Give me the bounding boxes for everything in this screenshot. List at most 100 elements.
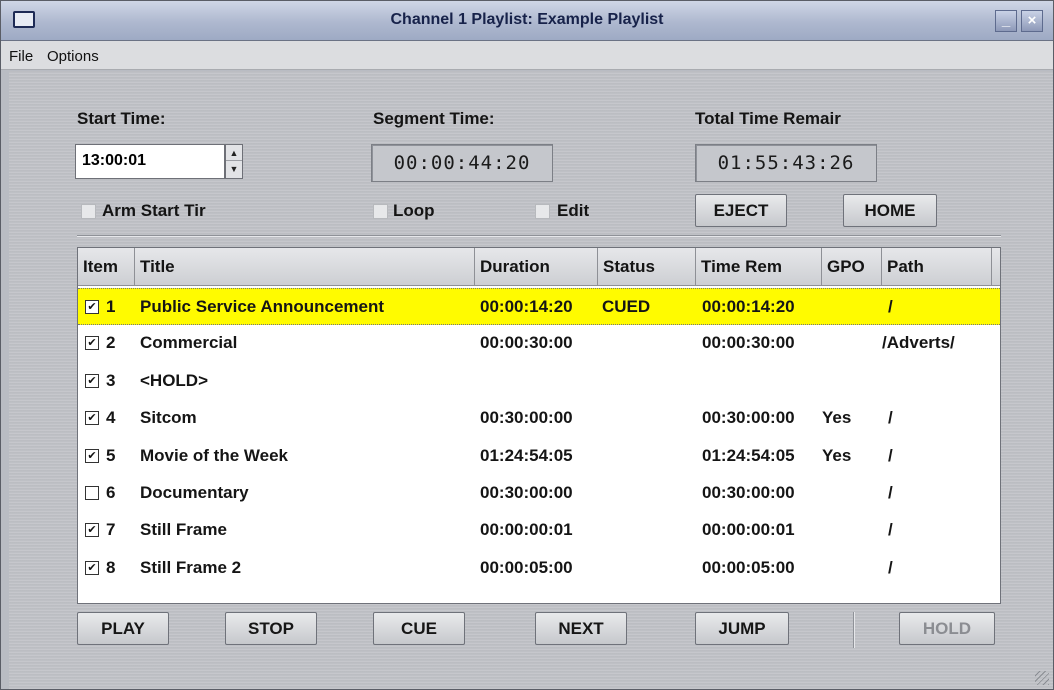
playlist-window: Channel 1 Playlist: Example Playlist _ ×… xyxy=(0,0,1054,690)
start-time-label: Start Time: xyxy=(77,109,166,128)
table-row[interactable]: 6 Documentary 00:30:00:00 00:30:00:00 / xyxy=(78,475,1000,512)
edit-checkbox[interactable] xyxy=(535,204,550,219)
cell-path: / xyxy=(888,483,893,502)
button-separator xyxy=(853,612,855,648)
cell-path: / xyxy=(888,557,893,577)
window-title: Channel 1 Playlist: Example Playlist xyxy=(390,11,664,28)
cell-path: / xyxy=(888,445,893,465)
column-title[interactable]: Title xyxy=(135,248,475,286)
cell-title: Public Service Announcement xyxy=(140,297,385,316)
cell-time-rem: 01:24:54:05 xyxy=(702,445,795,465)
arm-start-checkbox[interactable] xyxy=(81,204,96,219)
total-time-display: 01:55:43:26 xyxy=(695,144,877,182)
cell-item: 4 xyxy=(106,408,116,428)
loop-label: Loop xyxy=(393,201,435,220)
cell-duration: 00:00:00:01 xyxy=(480,520,573,540)
column-path[interactable]: Path xyxy=(882,248,992,286)
column-duration[interactable]: Duration xyxy=(475,248,598,286)
cell-time-rem: 00:00:30:00 xyxy=(702,333,795,353)
cell-time-rem: 00:00:14:20 xyxy=(702,297,795,316)
menu-options[interactable]: Options xyxy=(47,48,99,65)
cell-duration: 00:00:14:20 xyxy=(480,297,573,316)
cell-gpo: Yes xyxy=(822,408,852,428)
play-button[interactable]: PLAY xyxy=(77,612,169,645)
column-status[interactable]: Status xyxy=(598,248,696,286)
row-checkbox[interactable] xyxy=(85,486,99,500)
cue-button[interactable]: CUE xyxy=(373,612,465,645)
jump-button[interactable]: JUMP xyxy=(695,612,789,645)
row-checkbox[interactable]: ✔ xyxy=(85,336,99,351)
minimize-button[interactable]: _ xyxy=(995,10,1017,32)
cell-path: / xyxy=(888,297,893,316)
cell-time-rem: 00:30:00:00 xyxy=(702,408,795,428)
row-checkbox[interactable]: ✔ xyxy=(85,300,99,314)
cell-item: 8 xyxy=(106,557,116,577)
menu-bar: File Options xyxy=(1,41,1053,70)
cell-status: CUED xyxy=(602,297,651,316)
cell-title: Movie of the Week xyxy=(140,445,288,465)
cell-path: / xyxy=(888,520,893,540)
cell-duration: 00:30:00:00 xyxy=(480,483,573,502)
playlist-table[interactable]: Item Title Duration Status Time Rem GPO … xyxy=(77,247,1001,604)
segment-time-label: Segment Time: xyxy=(373,109,495,128)
row-checkbox[interactable]: ✔ xyxy=(85,448,99,463)
table-row[interactable]: ✔ 2 Commercial 00:00:30:00 00:00:30:00/Adver… xyxy=(78,325,1000,362)
total-time-label: Total Time Remair xyxy=(695,109,841,128)
cell-title: <HOLD> xyxy=(140,370,209,390)
cell-time-rem: 00:00:00:01 xyxy=(702,520,795,540)
cell-item: 6 xyxy=(106,483,116,502)
arm-start-label: Arm Start Tir xyxy=(102,201,206,220)
cell-item: 7 xyxy=(106,520,116,540)
edit-label: Edit xyxy=(557,201,590,220)
column-time-rem[interactable]: Time Rem xyxy=(696,248,822,286)
resize-grip-icon[interactable] xyxy=(1035,671,1049,685)
cell-item: 1 xyxy=(106,297,116,316)
cell-title: Still Frame xyxy=(140,520,227,540)
menu-file[interactable]: File xyxy=(9,48,33,65)
next-button[interactable]: NEXT xyxy=(535,612,627,645)
cell-duration: 00:00:30:00 xyxy=(480,333,573,353)
hold-button: HOLD xyxy=(899,612,995,645)
cell-time-rem: 00:00:05:00 xyxy=(702,557,795,577)
cell-duration: 00:30:00:00 xyxy=(480,408,573,428)
cell-duration: 00:00:05:00 xyxy=(480,557,573,577)
cell-title: Still Frame 2 xyxy=(140,557,242,577)
title-bar[interactable]: Channel 1 Playlist: Example Playlist _ × xyxy=(1,1,1053,41)
table-header: Item Title Duration Status Time Rem GPO … xyxy=(78,248,1000,286)
cell-item: 2 xyxy=(106,333,116,353)
cell-title: Commercial xyxy=(140,333,238,353)
start-time-spinner[interactable]: ▲ ▼ xyxy=(225,144,243,179)
cell-time-rem: 00:30:00:00 xyxy=(702,483,795,502)
divider xyxy=(77,235,1001,237)
table-row[interactable]: ✔ 3 <HOLD> xyxy=(78,363,1000,400)
row-checkbox[interactable]: ✔ xyxy=(85,411,99,426)
cell-path: /Adverts/ xyxy=(882,333,955,353)
spinner-down-icon[interactable]: ▼ xyxy=(226,161,242,177)
home-button[interactable]: HOME xyxy=(843,194,937,227)
table-row[interactable]: ✔ 7 Still Frame 00:00:00:01 00:00:00:01 / xyxy=(78,512,1000,549)
row-checkbox[interactable]: ✔ xyxy=(85,373,99,388)
row-checkbox[interactable]: ✔ xyxy=(85,523,99,538)
table-row[interactable]: ✔ 1 Public Service Announcement 00:00:14:20… xyxy=(78,288,1000,325)
cell-item: 3 xyxy=(106,370,116,390)
cell-item: 5 xyxy=(106,445,116,465)
loop-checkbox[interactable] xyxy=(373,204,388,219)
column-item[interactable]: Item xyxy=(78,248,135,286)
column-gpo[interactable]: GPO xyxy=(822,248,882,286)
stop-button[interactable]: STOP xyxy=(225,612,317,645)
cell-path: / xyxy=(888,408,893,428)
cell-title: Documentary xyxy=(140,483,249,502)
eject-button[interactable]: EJECT xyxy=(695,194,787,227)
segment-time-display: 00:00:44:20 xyxy=(371,144,553,182)
row-checkbox[interactable]: ✔ xyxy=(85,560,99,575)
cell-title: Sitcom xyxy=(140,408,197,428)
main-panel: Start Time: Segment Time: Total Time Rem… xyxy=(9,71,1053,689)
table-row[interactable]: ✔ 5 Movie of the Week 01:24:54:05 01:24:54:0… xyxy=(78,438,1000,475)
spinner-up-icon[interactable]: ▲ xyxy=(226,145,242,161)
table-row[interactable]: ✔ 4 Sitcom 00:30:00:00 00:30:00:00 Yes / xyxy=(78,400,1000,437)
cell-gpo: Yes xyxy=(822,445,852,465)
table-row[interactable]: ✔ 8 Still Frame 2 00:00:05:00 00:00:05:00 / xyxy=(78,550,1000,587)
start-time-input[interactable]: 13:00:01 xyxy=(75,144,225,179)
close-button[interactable]: × xyxy=(1021,10,1043,32)
cell-duration: 01:24:54:05 xyxy=(480,445,573,465)
